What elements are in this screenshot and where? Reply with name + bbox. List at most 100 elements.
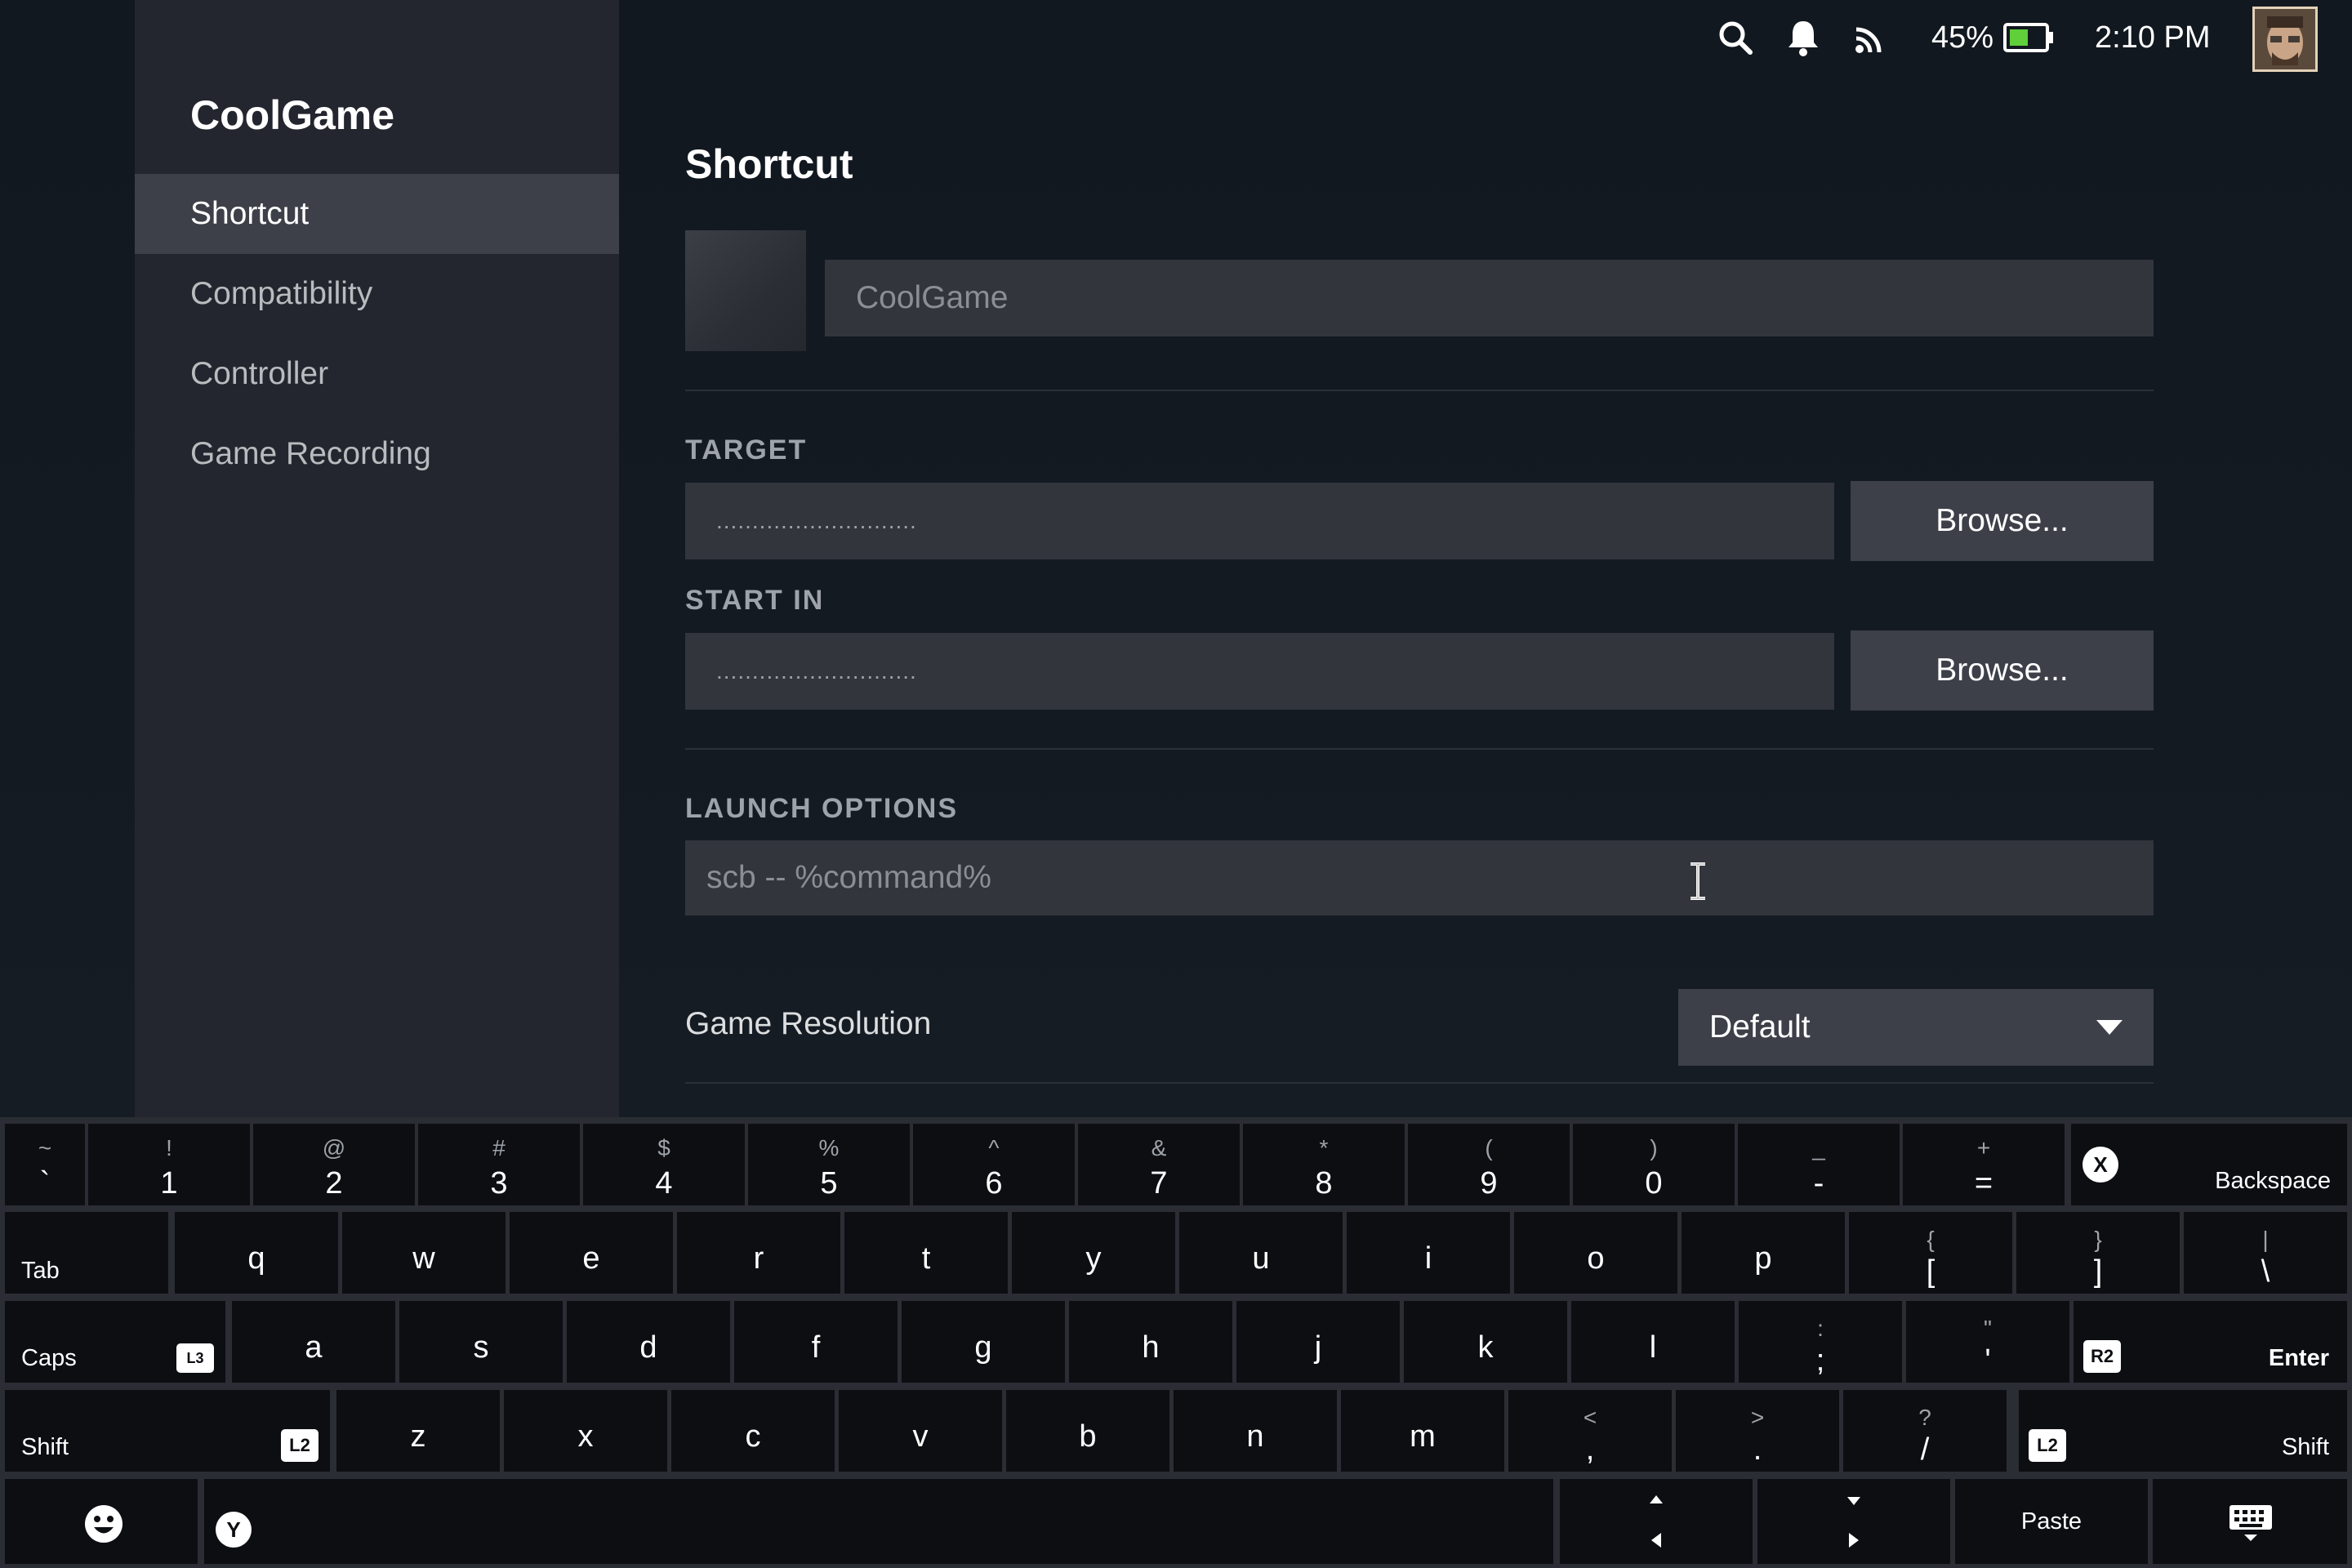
start-in-input[interactable]: ............................ xyxy=(685,633,1834,710)
sidebar-item-shortcut[interactable]: Shortcut xyxy=(135,174,619,254)
target-browse-button[interactable]: Browse... xyxy=(1851,481,2154,561)
key-shift-label: * xyxy=(1319,1135,1329,1160)
key-shift-right[interactable]: L2 Shift xyxy=(2019,1390,2347,1472)
key-shift-label: % xyxy=(818,1135,840,1160)
key-space[interactable]: Y xyxy=(204,1479,1553,1564)
key-main-label: 7 xyxy=(1150,1166,1168,1200)
key-main-label: y xyxy=(1085,1241,1102,1276)
key-n[interactable]: n xyxy=(1174,1390,1337,1472)
key-main-label: x xyxy=(577,1419,594,1454)
key-6[interactable]: ^ 6 xyxy=(913,1124,1075,1205)
key-shift-label: ) xyxy=(1650,1135,1658,1160)
key-c[interactable]: c xyxy=(671,1390,835,1472)
key-q[interactable]: q xyxy=(175,1212,338,1294)
key-b[interactable]: b xyxy=(1006,1390,1169,1472)
key-slash[interactable]: ? / xyxy=(1843,1390,2007,1472)
key-v[interactable]: v xyxy=(839,1390,1002,1472)
key-shift-label: } xyxy=(2094,1227,2102,1252)
key-caps[interactable]: Caps L3 xyxy=(5,1301,225,1383)
key-shift-label: $ xyxy=(657,1135,670,1160)
hide-keyboard-button[interactable] xyxy=(2153,1479,2347,1564)
paste-button[interactable]: Paste xyxy=(1955,1479,2148,1564)
avatar[interactable] xyxy=(2252,7,2318,72)
key-2[interactable]: @ 2 xyxy=(253,1124,415,1205)
keyboard-hide-icon xyxy=(2230,1505,2272,1541)
key-o[interactable]: o xyxy=(1514,1212,1677,1294)
page-title: Shortcut xyxy=(685,141,853,187)
key-7[interactable]: & 7 xyxy=(1078,1124,1240,1205)
caps-label: Caps xyxy=(21,1345,77,1371)
key-0[interactable]: ) 0 xyxy=(1573,1124,1735,1205)
key-main-label: h xyxy=(1142,1330,1160,1365)
key-shift-label: : xyxy=(1817,1316,1824,1341)
sidebar-item-controller[interactable]: Controller xyxy=(135,334,619,414)
key-main-label: g xyxy=(974,1330,992,1365)
target-input[interactable]: ............................ xyxy=(685,483,1834,559)
game-resolution-value: Default xyxy=(1709,1009,1811,1045)
sidebar-item-game-recording[interactable]: Game Recording xyxy=(135,414,619,494)
key-h[interactable]: h xyxy=(1069,1301,1232,1383)
key-backslash[interactable]: | \ xyxy=(2184,1212,2347,1294)
key-3[interactable]: # 3 xyxy=(418,1124,580,1205)
launch-options-input[interactable]: scb -- %command% xyxy=(685,840,2154,915)
key-shift-label: ! xyxy=(166,1135,172,1160)
key-down-right[interactable] xyxy=(1757,1479,1950,1564)
key-8[interactable]: * 8 xyxy=(1243,1124,1405,1205)
text-cursor-icon xyxy=(1690,862,1705,900)
x-button-badge: X xyxy=(2082,1147,2118,1183)
key-g[interactable]: g xyxy=(902,1301,1065,1383)
key-shift-label: " xyxy=(1984,1316,1992,1341)
key-main-label: \ xyxy=(2261,1254,2270,1289)
key-r[interactable]: r xyxy=(677,1212,840,1294)
key-d[interactable]: d xyxy=(567,1301,730,1383)
key-f[interactable]: f xyxy=(734,1301,898,1383)
sidebar-item-compatibility[interactable]: Compatibility xyxy=(135,254,619,334)
game-name-input[interactable]: CoolGame xyxy=(825,260,2154,336)
key-shift-left[interactable]: Shift L2 xyxy=(5,1390,330,1472)
key-4[interactable]: $ 4 xyxy=(583,1124,745,1205)
key-s[interactable]: s xyxy=(399,1301,563,1383)
key-main-label: , xyxy=(1585,1432,1595,1467)
game-resolution-dropdown[interactable]: Default xyxy=(1678,989,2154,1066)
tab-label: Tab xyxy=(21,1258,60,1284)
shift-label: Shift xyxy=(2281,1434,2329,1460)
key-up-left[interactable] xyxy=(1560,1479,1753,1564)
key-right-bracket[interactable]: } ] xyxy=(2016,1212,2180,1294)
key-1[interactable]: ! 1 xyxy=(88,1124,250,1205)
key-enter[interactable]: R2 Enter xyxy=(2074,1301,2347,1383)
key-e[interactable]: e xyxy=(510,1212,673,1294)
key-left-bracket[interactable]: { [ xyxy=(1849,1212,2012,1294)
key-main-label: o xyxy=(1587,1241,1605,1276)
key-z[interactable]: z xyxy=(336,1390,500,1472)
key-l[interactable]: l xyxy=(1571,1301,1735,1383)
key-minus[interactable]: _ - xyxy=(1738,1124,1900,1205)
key-m[interactable]: m xyxy=(1341,1390,1504,1472)
key-shift-label: + xyxy=(1976,1135,1991,1160)
start-in-browse-button[interactable]: Browse... xyxy=(1851,630,2154,710)
key-backspace[interactable]: X Backspace xyxy=(2071,1124,2347,1205)
key-i[interactable]: i xyxy=(1347,1212,1510,1294)
key-j[interactable]: j xyxy=(1236,1301,1400,1383)
key-a[interactable]: a xyxy=(232,1301,395,1383)
key-t[interactable]: t xyxy=(844,1212,1008,1294)
key-quote[interactable]: " ' xyxy=(1906,1301,2069,1383)
key-x[interactable]: x xyxy=(504,1390,667,1472)
key-w[interactable]: w xyxy=(342,1212,506,1294)
key-period[interactable]: > . xyxy=(1676,1390,1839,1472)
game-icon-picker[interactable] xyxy=(685,230,806,351)
key-y[interactable]: y xyxy=(1012,1212,1175,1294)
key-u[interactable]: u xyxy=(1179,1212,1343,1294)
key-semicolon[interactable]: : ; xyxy=(1739,1301,1902,1383)
key-5[interactable]: % 5 xyxy=(748,1124,910,1205)
key-tab[interactable]: Tab xyxy=(5,1212,168,1294)
key-comma[interactable]: < , xyxy=(1508,1390,1672,1472)
key-equals[interactable]: + = xyxy=(1903,1124,2065,1205)
key-backtick[interactable]: ~ ` xyxy=(5,1124,85,1205)
key-k[interactable]: k xyxy=(1404,1301,1567,1383)
key-emoji[interactable] xyxy=(5,1479,198,1564)
key-9[interactable]: ( 9 xyxy=(1408,1124,1570,1205)
key-shift-label: & xyxy=(1151,1135,1167,1160)
key-p[interactable]: p xyxy=(1682,1212,1845,1294)
key-main-label: 8 xyxy=(1315,1166,1333,1200)
key-main-label: = xyxy=(1974,1166,1993,1200)
